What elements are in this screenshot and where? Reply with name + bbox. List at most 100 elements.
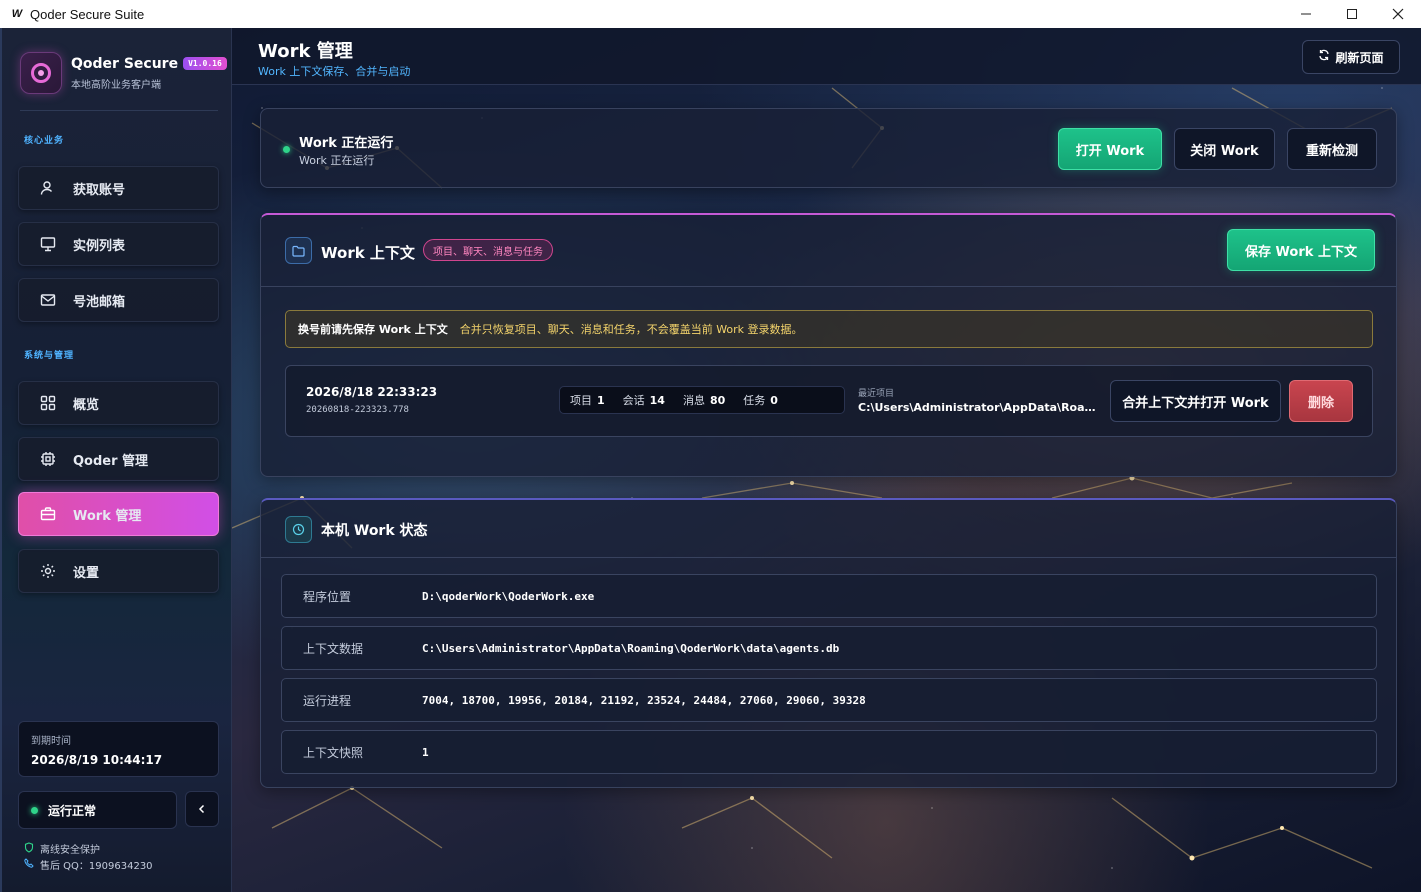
protection-text: 离线安全保护: [40, 845, 100, 856]
sidebar-item-work-manage[interactable]: Work 管理: [18, 492, 219, 536]
app-icon: W: [11, 8, 23, 20]
running-dot-icon: [283, 146, 290, 153]
recheck-button[interactable]: 重新检测: [1287, 128, 1377, 170]
chip-icon: [39, 450, 57, 468]
work-context-card: Work 上下文 项目、聊天、消息与任务 保存 Work 上下文 换号前请先保存…: [260, 213, 1397, 477]
stat-messages: 消息 80: [682, 394, 726, 407]
open-work-button[interactable]: 打开 Work: [1058, 128, 1162, 170]
sidebar-item-instances[interactable]: 实例列表: [18, 222, 219, 266]
collapse-sidebar-button[interactable]: [185, 791, 219, 827]
save-context-button[interactable]: 保存 Work 上下文: [1227, 229, 1375, 271]
sidebar-item-label: 获取账号: [73, 182, 126, 198]
sidebar-item-overview[interactable]: 概览: [18, 381, 219, 425]
minimize-icon[interactable]: [1283, 0, 1329, 28]
stat-sessions: 会话 14: [622, 394, 665, 407]
delete-snapshot-button[interactable]: 删除: [1289, 380, 1353, 422]
sidebar-item-settings[interactable]: 设置: [18, 549, 219, 593]
sidebar: Qoder Secure V1.0.16 本地高阶业务客户端 核心业务 获取账号…: [0, 28, 232, 892]
page-header: Work 管理 Work 上下文保存、合并与启动 刷新页面: [232, 28, 1421, 85]
chevron-left-icon: [198, 804, 205, 814]
protection-line: 离线安全保护: [24, 841, 100, 856]
running-subtitle: Work 正在运行: [299, 154, 375, 167]
info-key: 上下文快照: [303, 745, 364, 760]
window-title: Qoder Secure Suite: [30, 6, 145, 22]
context-title: Work 上下文: [321, 244, 415, 262]
info-row-context-data: 上下文数据 C:\Users\Administrator\AppData\Roa…: [281, 626, 1377, 670]
brand-logo-icon: [20, 52, 62, 94]
context-card-header: Work 上下文 项目、聊天、消息与任务 保存 Work 上下文: [261, 215, 1396, 287]
phone-icon: [24, 858, 36, 871]
work-running-card: Work 正在运行 Work 正在运行 打开 Work 关闭 Work 重新检测: [260, 108, 1397, 188]
sidebar-item-get-account[interactable]: 获取账号: [18, 166, 219, 210]
main-area: Work 管理 Work 上下文保存、合并与启动 刷新页面 Work 正在运行 …: [232, 28, 1421, 892]
version-badge: V1.0.16: [183, 57, 227, 70]
page-title: Work 管理: [258, 41, 353, 62]
section-label-core: 核心业务: [24, 136, 65, 146]
close-icon[interactable]: [1375, 0, 1421, 28]
local-work-status-card: 本机 Work 状态 程序位置 D:\qoderWork\QoderWork.e…: [260, 498, 1397, 788]
status-dot-icon: [31, 806, 38, 814]
sidebar-item-label: 实例列表: [73, 238, 126, 254]
info-key: 上下文数据: [303, 641, 364, 656]
context-badge: 项目、聊天、消息与任务: [423, 239, 553, 261]
info-value: D:\qoderWork\QoderWork.exe: [422, 589, 595, 603]
running-title: Work 正在运行: [299, 136, 394, 151]
sidebar-item-label: 概览: [73, 397, 100, 413]
sidebar-divider: [20, 110, 218, 111]
shield-icon: [24, 841, 36, 856]
brand: Qoder Secure V1.0.16 本地高阶业务客户端: [20, 52, 227, 94]
refresh-label: 刷新页面: [1335, 50, 1384, 65]
recent-project-label: 最近项目: [858, 389, 895, 399]
snapshot-date: 2026/8/18 22:33:23: [306, 385, 438, 399]
info-key: 运行进程: [303, 693, 352, 708]
merge-open-button[interactable]: 合并上下文并打开 Work: [1110, 380, 1281, 422]
clock-icon: [285, 516, 312, 543]
stat-projects: 项目 1: [570, 394, 605, 407]
page-subtitle: Work 上下文保存、合并与启动: [258, 65, 411, 78]
local-status-title: 本机 Work 状态: [321, 523, 428, 539]
sidebar-item-label: 设置: [73, 565, 100, 581]
snapshot-stats: 项目 1 会话 14 消息 80 任务 0: [559, 386, 845, 414]
user-icon: [39, 179, 57, 197]
expiry-value: 2026/8/19 10:44:17: [31, 753, 163, 767]
sidebar-item-label: Work 管理: [73, 508, 142, 524]
brand-subtitle: 本地高阶业务客户端: [71, 79, 161, 91]
run-status-card: 运行正常: [18, 791, 177, 829]
expiry-label: 到期时间: [31, 736, 71, 747]
sidebar-item-qoder-manage[interactable]: Qoder 管理: [18, 437, 219, 481]
refresh-icon: [1318, 49, 1330, 65]
info-key: 程序位置: [303, 589, 352, 604]
info-row-snapshots: 上下文快照 1: [281, 730, 1377, 774]
info-row-processes: 运行进程 7004, 18700, 19956, 20184, 21192, 2…: [281, 678, 1377, 722]
grid-icon: [39, 394, 57, 412]
brand-name: Qoder Secure: [71, 55, 179, 72]
gear-icon: [39, 562, 57, 580]
support-line: 售后 QQ：1909634230: [24, 857, 153, 872]
window-titlebar: W Qoder Secure Suite: [0, 0, 1421, 28]
run-status-text: 运行正常: [48, 803, 97, 818]
warning-text: 合并只恢复项目、聊天、消息和任务，不会覆盖当前 Work 登录数据。: [459, 323, 803, 336]
info-value: 1: [422, 745, 429, 759]
stat-tasks: 任务 0: [743, 394, 778, 407]
info-value: 7004, 18700, 19956, 20184, 21192, 23524,…: [422, 693, 866, 707]
status-card-header: 本机 Work 状态: [261, 500, 1396, 558]
sidebar-item-mailbox[interactable]: 号池邮箱: [18, 278, 219, 322]
recent-project-value: C:\Users\Administrator\AppData\Roamin...: [858, 401, 1098, 414]
briefcase-icon: [39, 505, 57, 523]
section-label-system: 系统与管理: [24, 351, 75, 361]
info-value: C:\Users\Administrator\AppData\Roaming\Q…: [422, 641, 840, 655]
maximize-icon[interactable]: [1329, 0, 1375, 28]
warning-strong-text: 换号前请先保存 Work 上下文: [298, 323, 448, 336]
refresh-page-button[interactable]: 刷新页面: [1302, 40, 1400, 74]
support-text: 售后 QQ：1909634230: [40, 861, 153, 872]
expiry-card: 到期时间 2026/8/19 10:44:17: [18, 721, 219, 777]
info-row-program-path: 程序位置 D:\qoderWork\QoderWork.exe: [281, 574, 1377, 618]
mail-icon: [39, 291, 57, 309]
snapshot-row: 2026/8/18 22:33:23 20260818-223323.778 项…: [285, 365, 1373, 437]
folder-icon: [285, 237, 312, 264]
sidebar-item-label: Qoder 管理: [73, 453, 149, 469]
close-work-button[interactable]: 关闭 Work: [1174, 128, 1275, 170]
sidebar-item-label: 号池邮箱: [73, 294, 126, 310]
snapshot-id: 20260818-223323.778: [306, 405, 409, 415]
warning-bar: 换号前请先保存 Work 上下文 合并只恢复项目、聊天、消息和任务，不会覆盖当前…: [285, 310, 1373, 348]
